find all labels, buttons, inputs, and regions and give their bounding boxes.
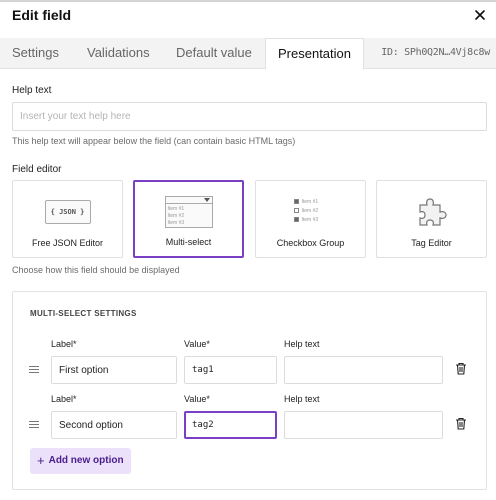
record-id: ID: SPh0Q2N…4Vj8c8w	[381, 47, 490, 58]
icon-item: Item #3	[301, 217, 319, 223]
tab-default-value[interactable]: Default value	[164, 38, 264, 69]
editor-option-tag-editor[interactable]: Tag Editor	[376, 180, 487, 258]
field-editor-label: Field editor	[12, 164, 62, 175]
tab-validations[interactable]: Validations	[75, 38, 162, 69]
column-help-label: Help text	[284, 339, 320, 349]
field-editor-hint: Choose how this field should be displaye…	[12, 265, 180, 275]
editor-option-label: Checkbox Group	[276, 238, 345, 248]
option-help-input[interactable]	[284, 411, 443, 439]
help-text-hint: This help text will appear below the fie…	[12, 136, 296, 146]
help-text-input[interactable]	[12, 102, 487, 131]
option-label-input[interactable]	[51, 356, 177, 384]
checkbox-group-icon: Item #1 Item #2 Item #3	[293, 197, 328, 225]
editor-option-multi-select[interactable]: Item #1 Item #2 Item #3 Multi-select	[133, 180, 244, 258]
column-help-label: Help text	[284, 394, 320, 404]
tab-settings[interactable]: Settings	[0, 38, 71, 69]
multi-select-settings-panel: MULTI-SELECT SETTINGS Label* Value* Help…	[12, 291, 487, 490]
drag-handle-icon[interactable]	[29, 421, 39, 429]
plus-icon: +	[37, 453, 45, 468]
trash-icon	[456, 417, 466, 430]
option-label-input[interactable]	[51, 411, 177, 439]
puzzle-icon	[414, 193, 450, 229]
help-text-label: Help text	[12, 85, 52, 96]
column-value-label: Value*	[184, 394, 210, 404]
delete-option-button[interactable]	[455, 362, 467, 375]
option-help-input[interactable]	[284, 356, 443, 384]
delete-option-button[interactable]	[455, 417, 467, 430]
icon-item: Item #3	[167, 220, 185, 226]
json-icon: { JSON }	[44, 200, 91, 224]
modal-header: Edit field	[0, 0, 496, 33]
option-value-input[interactable]	[184, 356, 277, 384]
add-new-option-button[interactable]: + Add new option	[30, 448, 131, 474]
section-title: MULTI-SELECT SETTINGS	[30, 309, 137, 318]
editor-option-label: Tag Editor	[411, 238, 452, 248]
icon-item: Item #1	[301, 199, 319, 205]
icon-item: Item #1	[167, 206, 185, 212]
option-value-input[interactable]	[184, 411, 277, 439]
close-icon	[475, 10, 485, 20]
column-label-label: Label*	[51, 339, 77, 349]
modal-title: Edit field	[12, 7, 72, 23]
icon-item: Item #2	[167, 213, 185, 219]
tab-presentation[interactable]: Presentation	[265, 38, 364, 70]
column-label-label: Label*	[51, 394, 77, 404]
drag-handle-icon[interactable]	[29, 366, 39, 374]
tab-bar: Settings Validations Default value Prese…	[0, 38, 496, 70]
column-value-label: Value*	[184, 339, 210, 349]
add-new-option-label: Add new option	[48, 455, 124, 466]
close-button[interactable]	[472, 7, 488, 23]
editor-option-checkbox-group[interactable]: Item #1 Item #2 Item #3 Checkbox Group	[255, 180, 366, 258]
editor-option-label: Multi-select	[165, 237, 212, 247]
icon-item: Item #2	[301, 208, 319, 214]
editor-option-json[interactable]: { JSON } Free JSON Editor	[12, 180, 123, 258]
editor-option-label: Free JSON Editor	[31, 238, 104, 248]
trash-icon	[456, 362, 466, 375]
multi-select-icon: Item #1 Item #2 Item #3	[164, 196, 213, 228]
